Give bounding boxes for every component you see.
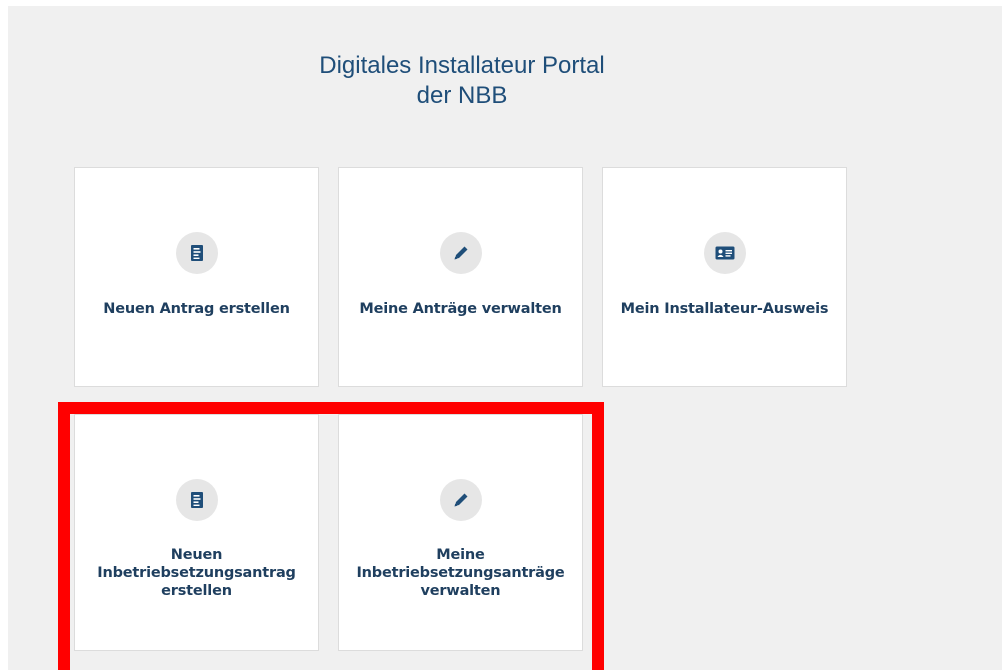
tile-label-line-1: Neuen Inbetriebsetzungsantrag — [97, 547, 296, 581]
document-icon — [175, 479, 218, 521]
tile-manage-applications[interactable]: Meine Anträge verwalten — [338, 167, 583, 387]
tile-label: Neuen Antrag erstellen — [103, 301, 290, 317]
tile-label: Neuen Inbetriebsetzungsantrag erstellen — [83, 546, 310, 600]
tile-label: Meine Inbetriebsetzungsanträge verwalten — [347, 546, 574, 600]
tile-manage-commissioning-applications[interactable]: Meine Inbetriebsetzungsanträge verwalten — [338, 414, 583, 651]
id-card-icon — [703, 232, 746, 274]
tile-label: Mein Installateur-Ausweis — [620, 301, 829, 317]
pencil-icon — [439, 479, 482, 521]
tile-new-commissioning-application[interactable]: Neuen Inbetriebsetzungsantrag erstellen — [74, 414, 319, 651]
tile-installer-id[interactable]: Mein Installateur-Ausweis — [602, 167, 847, 387]
pencil-icon — [439, 232, 482, 274]
page-title-line-1: Digitales Installateur Portal — [319, 52, 605, 79]
page-title-line-2: der NBB — [416, 82, 508, 109]
tile-label-line-2: verwalten — [420, 583, 501, 599]
tile-label: Meine Anträge verwalten — [359, 301, 562, 317]
document-icon — [175, 232, 218, 274]
page-title: Digitales Installateur Portal der NBB — [260, 51, 664, 111]
tile-label-line-1: Meine Inbetriebsetzungsanträge — [356, 547, 565, 581]
tile-label-line-2: erstellen — [161, 583, 232, 599]
tile-new-application[interactable]: Neuen Antrag erstellen — [74, 167, 319, 387]
